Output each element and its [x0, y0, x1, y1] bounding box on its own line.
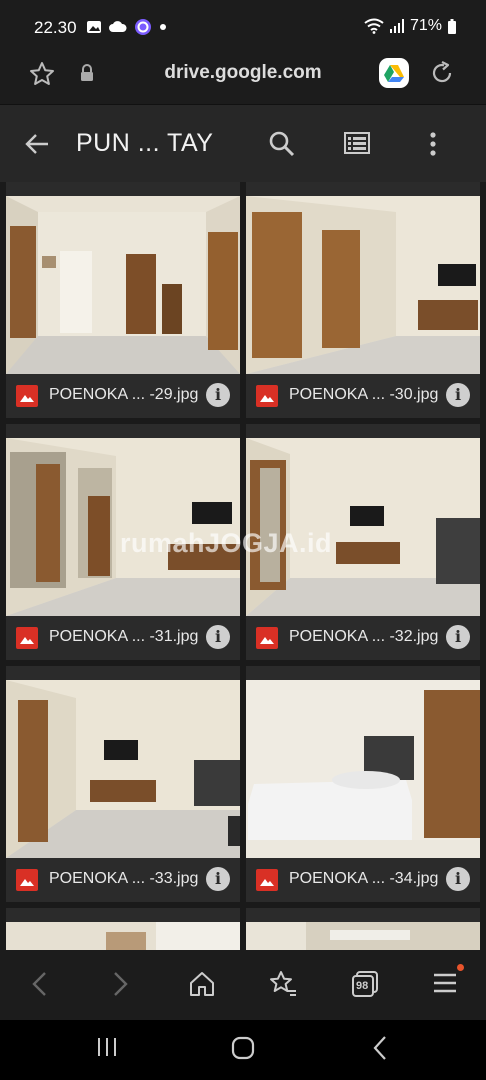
home-icon[interactable] [188, 970, 216, 998]
image-file-icon [16, 869, 38, 891]
photo-thumbnail [6, 196, 240, 374]
file-tile[interactable] [6, 908, 240, 950]
google-drive-app-icon[interactable] [379, 58, 409, 88]
file-name: POENOKA ... -31.jpg [49, 628, 199, 645]
drive-app-bar: PUN ... TAY [0, 104, 486, 183]
wifi-icon [364, 18, 384, 34]
cloud-icon [109, 21, 127, 33]
back-arrow-icon[interactable] [24, 131, 50, 157]
file-tile[interactable]: POENOKA ... -29.jpg i [6, 182, 240, 418]
photo-thumbnail [6, 922, 240, 950]
photo-thumbnail [6, 680, 240, 858]
photo-thumbnail [246, 680, 480, 858]
more-options-icon[interactable] [428, 131, 438, 157]
url-text[interactable]: drive.google.com [0, 62, 486, 84]
menu-icon[interactable] [432, 964, 464, 996]
file-tile[interactable]: POENOKA ... -34.jpg i [246, 666, 480, 902]
battery-percent: 71% [409, 17, 442, 34]
photo-thumbnail [246, 196, 480, 374]
photo-thumbnail [246, 922, 480, 950]
status-time: 22.30 [34, 18, 77, 37]
file-tile[interactable]: POENOKA ... -33.jpg i [6, 666, 240, 902]
folder-title: PUN ... TAY [76, 129, 214, 157]
file-grid: POENOKA ... -29.jpg i POENOKA ... -30.jp… [0, 182, 486, 950]
file-name: POENOKA ... -33.jpg [49, 870, 199, 887]
bookmarks-icon[interactable] [268, 969, 298, 999]
info-icon[interactable]: i [446, 867, 470, 891]
file-name: POENOKA ... -30.jpg [289, 386, 439, 403]
photo-thumbnail [6, 438, 240, 616]
file-name: POENOKA ... -29.jpg [49, 386, 199, 403]
watermark: rumahJOGJA.id [120, 528, 333, 558]
info-icon[interactable]: i [446, 383, 470, 407]
info-icon[interactable]: i [206, 625, 230, 649]
file-name: POENOKA ... -34.jpg [289, 870, 439, 887]
list-view-icon[interactable] [344, 132, 370, 154]
image-file-icon [256, 627, 278, 649]
browser-bottom-bar: 98 [0, 950, 486, 1020]
tabs-icon[interactable]: 98 [351, 970, 379, 998]
image-file-icon [256, 385, 278, 407]
photo-thumbnail [246, 438, 480, 616]
system-navigation-bar [0, 1020, 486, 1080]
recent-apps-icon[interactable] [96, 1036, 118, 1058]
file-name: POENOKA ... -32.jpg [289, 628, 439, 645]
browser-forward-icon[interactable] [112, 970, 130, 998]
system-home-icon[interactable] [231, 1036, 255, 1060]
info-icon[interactable]: i [206, 867, 230, 891]
reload-icon[interactable] [428, 59, 456, 87]
info-icon[interactable]: i [446, 625, 470, 649]
file-tile[interactable] [246, 908, 480, 950]
image-file-icon [256, 869, 278, 891]
file-tile[interactable]: POENOKA ... -30.jpg i [246, 182, 480, 418]
browser-back-icon[interactable] [30, 970, 48, 998]
info-icon[interactable]: i [206, 383, 230, 407]
tab-count: 98 [356, 980, 369, 992]
image-file-icon [16, 385, 38, 407]
search-icon[interactable] [268, 130, 296, 158]
notification-dot [457, 964, 464, 971]
more-notifications-dot-icon [159, 23, 167, 31]
image-file-icon [16, 627, 38, 649]
system-back-icon[interactable] [371, 1035, 389, 1061]
gallery-notification-icon [86, 20, 102, 34]
browser-url-bar: drive.google.com [0, 46, 486, 104]
circle-app-icon [134, 18, 152, 36]
battery-icon [448, 18, 456, 34]
signal-icon [389, 19, 404, 33]
